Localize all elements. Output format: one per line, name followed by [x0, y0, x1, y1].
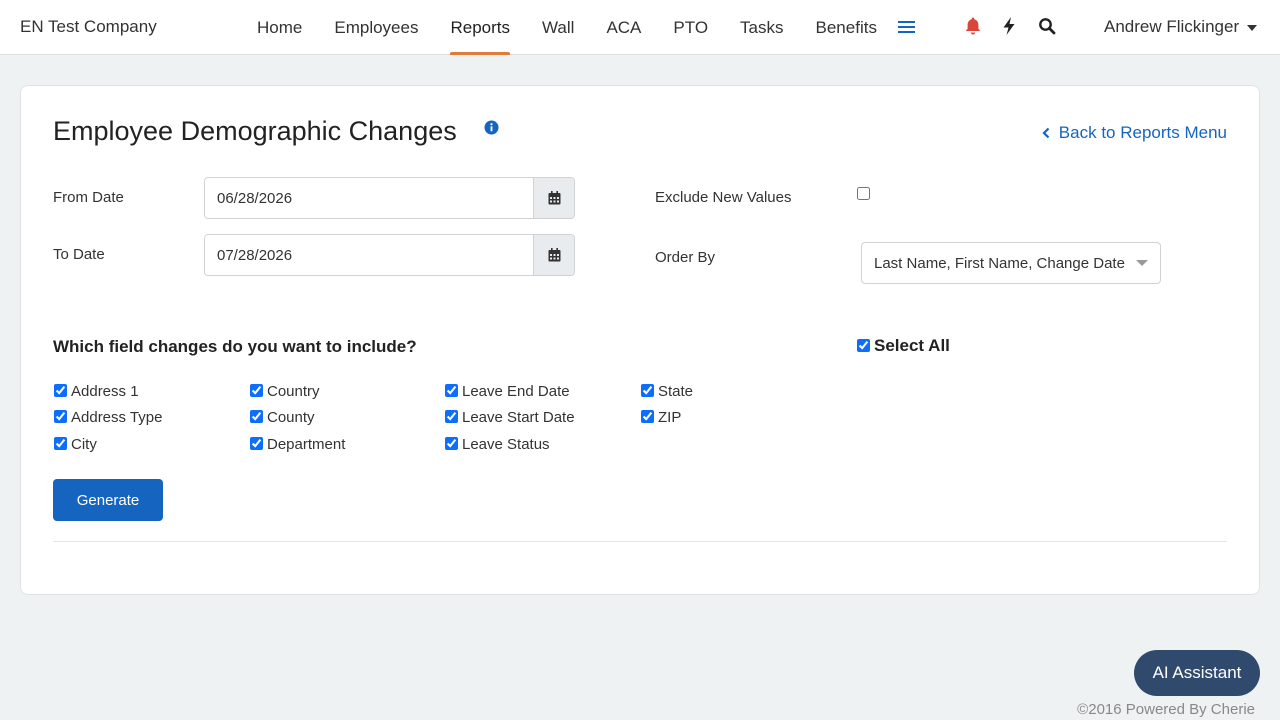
lightning-icon[interactable] [1001, 16, 1021, 38]
select-all-label: Select All [874, 336, 950, 355]
chevron-left-icon [1042, 127, 1050, 139]
main-nav: Home Employees Reports Wall ACA PTO Task… [241, 0, 893, 55]
calendar-icon[interactable] [533, 178, 574, 218]
field-label-zip: ZIP [658, 409, 682, 426]
footer-text: ©2016 Powered By Cherie [1077, 701, 1255, 718]
to-date-label: To Date [53, 246, 105, 263]
calendar-icon[interactable] [533, 235, 574, 275]
select-all-checkbox[interactable] [857, 339, 870, 352]
company-name[interactable]: EN Test Company [20, 17, 157, 37]
from-date-label: From Date [53, 189, 124, 206]
field-label-state: State [658, 383, 694, 400]
user-menu[interactable]: Andrew Flickinger [1104, 17, 1258, 37]
dropdown-arrow-icon [1136, 260, 1148, 266]
field-label-address-1: Address 1 [71, 383, 139, 400]
order-by-select[interactable]: Last Name, First Name, Change Date [861, 242, 1161, 284]
field-checkbox-country[interactable] [250, 384, 263, 397]
field-label-county: County [267, 409, 315, 426]
info-icon[interactable] [484, 120, 499, 135]
field-checkbox-city[interactable] [54, 437, 67, 450]
user-name: Andrew Flickinger [1104, 17, 1240, 36]
nav-wall[interactable]: Wall [526, 0, 590, 55]
field-label-city: City [71, 436, 97, 453]
field-changes-question: Which field changes do you want to inclu… [53, 337, 417, 356]
generate-button[interactable]: Generate [53, 479, 163, 521]
order-by-label: Order By [655, 249, 716, 266]
top-navbar: EN Test Company Home Employees Reports W… [0, 0, 1280, 55]
back-link-label: Back to Reports Menu [1058, 123, 1227, 142]
search-icon[interactable] [1038, 16, 1058, 38]
nav-home[interactable]: Home [241, 0, 318, 55]
nav-pto[interactable]: PTO [657, 0, 724, 55]
field-label-leave-end-date: Leave End Date [462, 383, 570, 400]
menu-icon[interactable] [898, 19, 915, 35]
to-date-input[interactable] [205, 235, 533, 275]
exclude-new-values-checkbox[interactable] [857, 187, 870, 200]
back-to-reports-link[interactable]: Back to Reports Menu [1042, 123, 1227, 143]
page-title: Employee Demographic Changes [53, 116, 457, 146]
nav-employees[interactable]: Employees [318, 0, 434, 55]
from-date-input[interactable] [205, 178, 533, 218]
to-date-field [204, 234, 575, 276]
nav-tasks[interactable]: Tasks [724, 0, 799, 55]
order-by-value: Last Name, First Name, Change Date [874, 254, 1125, 272]
field-label-department: Department [267, 436, 346, 453]
field-checkbox-leave-status[interactable] [445, 437, 458, 450]
field-label-country: Country [267, 383, 320, 400]
exclude-new-values-label: Exclude New Values [655, 189, 792, 206]
nav-aca[interactable]: ACA [590, 0, 657, 55]
field-checkbox-department[interactable] [250, 437, 263, 450]
divider [53, 541, 1227, 542]
field-checkbox-address-1[interactable] [54, 384, 67, 397]
nav-reports[interactable]: Reports [434, 0, 526, 55]
field-label-address-type: Address Type [71, 409, 163, 426]
from-date-field [204, 177, 575, 219]
field-label-leave-status: Leave Status [462, 436, 550, 453]
field-checkbox-leave-end-date[interactable] [445, 384, 458, 397]
field-checkbox-address-type[interactable] [54, 410, 67, 423]
ai-assistant-button[interactable]: AI Assistant [1134, 650, 1260, 696]
nav-benefits[interactable]: Benefits [800, 0, 893, 55]
field-checkbox-county[interactable] [250, 410, 263, 423]
field-checkbox-state[interactable] [641, 384, 654, 397]
caret-down-icon [1247, 24, 1258, 31]
bell-icon[interactable] [964, 16, 984, 38]
field-checkbox-zip[interactable] [641, 410, 654, 423]
field-checkbox-leave-start-date[interactable] [445, 410, 458, 423]
report-card: Employee Demographic Changes Back to Rep… [20, 85, 1260, 595]
field-label-leave-start-date: Leave Start Date [462, 409, 575, 426]
